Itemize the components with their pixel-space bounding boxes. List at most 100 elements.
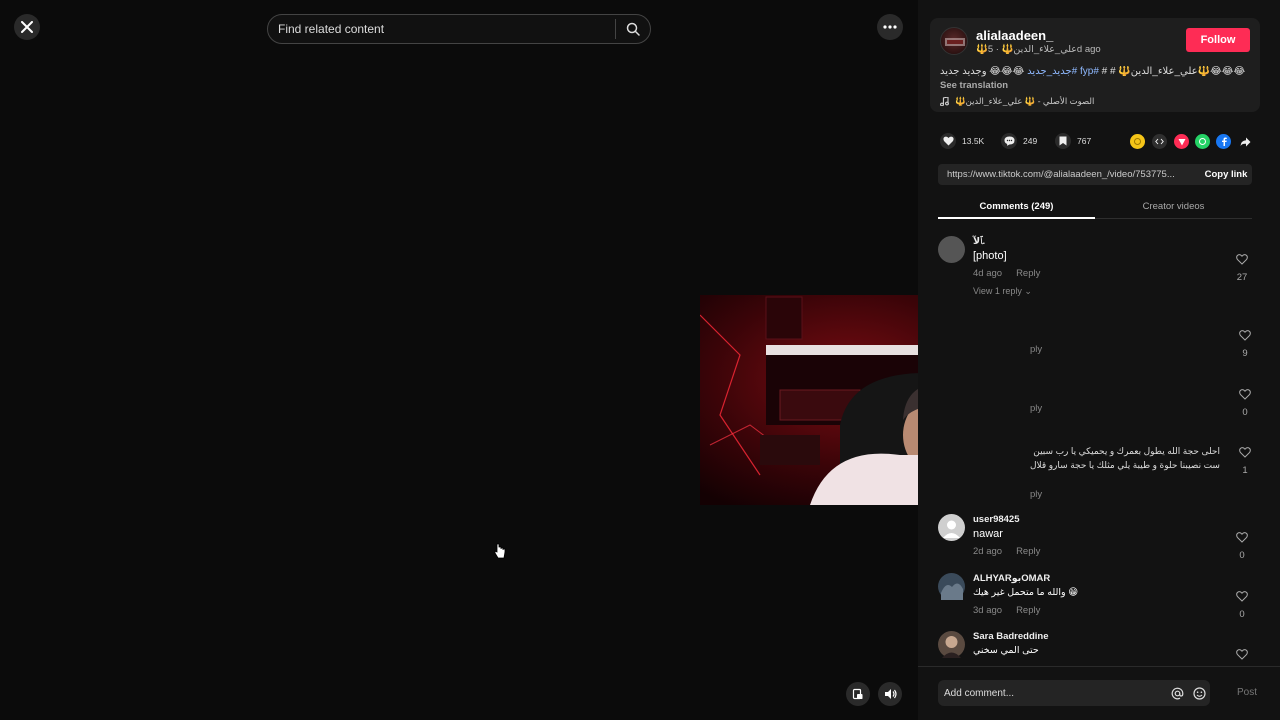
- like-count: 13.5K: [962, 136, 985, 146]
- active-tab-underline: [938, 217, 1095, 219]
- whatsapp-icon[interactable]: [1195, 134, 1210, 149]
- heart-outline-icon: [1236, 254, 1248, 265]
- comment-text: [photo]: [973, 250, 1007, 262]
- details-panel: alialaadeen_ 🔱علي_علاء_الدين🔱 · 5d ago F…: [918, 0, 1280, 720]
- save-action: 767: [1055, 133, 1091, 149]
- comment-like[interactable]: [1234, 647, 1250, 665]
- reply-button[interactable]: Reply: [1016, 605, 1040, 616]
- embed-icon[interactable]: [1152, 134, 1167, 149]
- comment-time: 4d ago: [973, 268, 1003, 279]
- search-bar: [267, 14, 651, 44]
- mention-button[interactable]: [1166, 687, 1188, 700]
- tiktok-send-icon[interactable]: [1174, 134, 1189, 149]
- volume-button[interactable]: [878, 682, 902, 706]
- comment-reply-fragment[interactable]: ply: [1030, 344, 1042, 355]
- post-button[interactable]: Post: [1237, 687, 1257, 698]
- heart-outline-icon: [1239, 389, 1251, 400]
- comment-username[interactable]: ﭑﻟﺂ.: [973, 236, 985, 247]
- tab-creator-videos[interactable]: Creator videos: [1095, 201, 1252, 212]
- search-icon: [626, 22, 640, 36]
- reply-button[interactable]: Reply: [1016, 546, 1040, 557]
- comment-username[interactable]: ALHYARبوOMAR: [973, 573, 1050, 584]
- comment-meta: 2d ago Reply: [973, 546, 1040, 557]
- video-link-box: https://www.tiktok.com/@alialaadeen_/vid…: [938, 164, 1252, 185]
- search-button[interactable]: [616, 15, 650, 43]
- share-arrow-icon[interactable]: [1238, 134, 1253, 149]
- comment-time: 3d ago: [973, 605, 1003, 616]
- like-action: 13.5K: [940, 133, 984, 149]
- comment-text-line: ست نصيبنا حلوة و طيبة يلي مثلك يا حجة سا…: [1030, 460, 1220, 470]
- comment-text: حتى المي سخني: [973, 645, 1039, 656]
- close-button[interactable]: [14, 14, 40, 40]
- avatar[interactable]: [938, 514, 965, 541]
- comment-item: user98425 nawar 2d ago Reply 0: [938, 514, 1258, 564]
- follow-button[interactable]: Follow: [1186, 28, 1250, 52]
- comment-meta: 3d ago Reply: [973, 605, 1040, 616]
- comment-reply-fragment[interactable]: ply: [1030, 403, 1042, 414]
- comment-like-count: 1: [1242, 465, 1248, 476]
- action-bar: 13.5K 249 767: [940, 133, 1258, 151]
- close-icon: [21, 21, 33, 33]
- comment-input-box: [938, 680, 1210, 706]
- search-input[interactable]: [268, 15, 615, 43]
- save-count: 767: [1077, 136, 1092, 146]
- heart-outline-icon: [1236, 591, 1248, 602]
- miniplayer-icon: [852, 688, 863, 700]
- save-button[interactable]: [1055, 133, 1071, 149]
- music-note-icon: [940, 97, 949, 106]
- comment-like-count: 0: [1239, 550, 1245, 561]
- comment-meta: 4d ago Reply: [973, 268, 1040, 279]
- music-link[interactable]: 🔱الصوت الأصلي - 🔱 علي_علاء_الدين: [940, 96, 1094, 107]
- tab-comments[interactable]: Comments (249): [938, 201, 1095, 212]
- view-replies-button[interactable]: View 1 reply ⌄: [973, 286, 1032, 297]
- comment-like[interactable]: 0: [1237, 387, 1253, 418]
- comment-like-count: 27: [1236, 272, 1248, 283]
- floating-player-button[interactable]: [846, 682, 870, 706]
- comment-item: Sara Badreddine حتى المي سخني: [938, 631, 1258, 666]
- comment-like[interactable]: 0: [1234, 589, 1250, 620]
- author-subline: 🔱علي_علاء_الدين🔱 · 5d ago: [976, 44, 1101, 55]
- see-translation-link[interactable]: See translation: [940, 80, 1008, 91]
- comment-time: 2d ago: [973, 546, 1003, 557]
- comment-text-fragment: احلى حجة الله يطول بعمرك و يحميكي يا رب …: [1030, 444, 1220, 472]
- like-button[interactable]: [940, 133, 956, 149]
- hand-cursor-icon: [494, 543, 506, 564]
- comment-like-count: 9: [1242, 348, 1248, 359]
- comment-like[interactable]: 1: [1237, 445, 1253, 476]
- comment-count: 249: [1023, 136, 1038, 146]
- comment-like[interactable]: 0: [1234, 530, 1250, 561]
- comment-item: ALHYARبوOMAR والله ما متحمل غير هيك 😁 3d…: [938, 573, 1258, 623]
- emoji-button[interactable]: [1188, 686, 1210, 700]
- comment-like-count: 0: [1242, 407, 1248, 418]
- view-replies-label: View 1 reply: [973, 286, 1022, 296]
- author-card: alialaadeen_ 🔱علي_علاء_الدين🔱 · 5d ago F…: [930, 18, 1260, 112]
- comment-button[interactable]: [1001, 133, 1017, 149]
- copy-link-button[interactable]: Copy link: [1200, 169, 1252, 180]
- reply-button[interactable]: Reply: [1016, 268, 1040, 279]
- at-icon: [1171, 687, 1183, 699]
- comment-username[interactable]: Sara Badreddine: [973, 631, 1049, 642]
- comment-like[interactable]: 9: [1237, 328, 1253, 359]
- emoji-icon: [1192, 686, 1206, 700]
- video-caption: 😂😂😂🔱علي_علاء_الدين🔱 # # #fyp #جديد_جديد …: [940, 66, 1252, 77]
- comment-reply-fragment[interactable]: ply: [1030, 489, 1042, 500]
- heart-outline-icon: [1239, 447, 1251, 458]
- avatar[interactable]: [938, 236, 965, 263]
- coin-icon[interactable]: [1130, 134, 1145, 149]
- author-avatar[interactable]: [940, 27, 968, 55]
- heart-icon: [942, 136, 954, 146]
- avatar[interactable]: [938, 573, 965, 600]
- comment-item: ﭑﻟﺂ. [photo] 4d ago Reply 27 View 1 reply…: [938, 236, 1258, 306]
- volume-icon: [884, 689, 897, 699]
- comment-input[interactable]: [938, 687, 1166, 699]
- author-username[interactable]: alialaadeen_: [976, 28, 1053, 43]
- caption-hashtags[interactable]: #fyp #جديد_جديد: [1027, 66, 1099, 77]
- more-options-button[interactable]: [877, 14, 903, 40]
- comment-like[interactable]: 27: [1234, 252, 1250, 283]
- tabs: Comments (249) Creator videos: [938, 196, 1252, 219]
- avatar[interactable]: [938, 631, 965, 658]
- heart-outline-icon: [1239, 330, 1251, 341]
- comment-username[interactable]: user98425: [973, 514, 1019, 525]
- video-url[interactable]: https://www.tiktok.com/@alialaadeen_/vid…: [938, 169, 1200, 180]
- facebook-icon[interactable]: [1216, 134, 1231, 149]
